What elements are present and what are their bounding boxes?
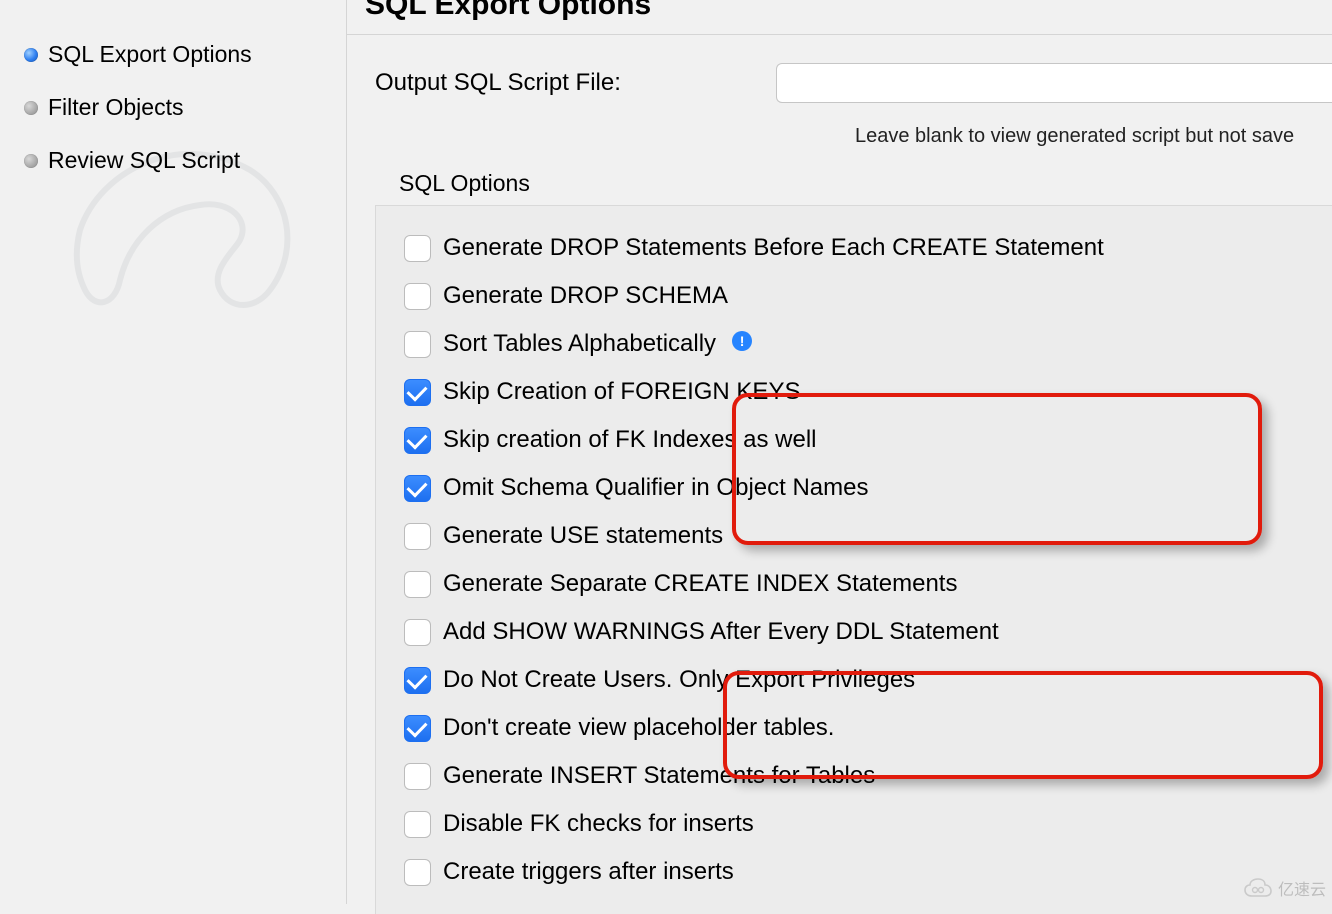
option-disable-fk-checks: Disable FK checks for inserts [404, 800, 1314, 848]
option-label: Add SHOW WARNINGS After Every DDL Statem… [443, 618, 999, 646]
option-label: Generate INSERT Statements for Tables [443, 762, 875, 790]
option-label: Omit Schema Qualifier in Object Names [443, 474, 868, 502]
checkbox[interactable] [404, 763, 431, 790]
option-add-show-warnings: Add SHOW WARNINGS After Every DDL Statem… [404, 608, 1314, 656]
option-label: Disable FK checks for inserts [443, 810, 754, 838]
watermark-text: 亿速云 [1278, 876, 1326, 900]
bullet-icon [24, 154, 38, 168]
option-sort-tables-alphabetically: Sort Tables Alphabetically ! [404, 320, 1314, 368]
option-generate-drop-schema: Generate DROP SCHEMA [404, 272, 1314, 320]
checkbox[interactable] [404, 715, 431, 742]
option-generate-drop-statements: Generate DROP Statements Before Each CRE… [404, 224, 1314, 272]
option-label: Generate DROP Statements Before Each CRE… [443, 234, 1104, 262]
output-file-hint: Leave blank to view generated script but… [375, 115, 1332, 170]
checkbox[interactable] [404, 235, 431, 262]
output-file-label: Output SQL Script File: [375, 69, 621, 97]
option-label: Do Not Create Users. Only Export Privile… [443, 666, 915, 694]
cloud-icon [1244, 878, 1272, 898]
checkbox[interactable] [404, 619, 431, 646]
option-label: Create triggers after inserts [443, 858, 734, 886]
watermark: 亿速云 [1244, 876, 1326, 900]
output-file-row: Output SQL Script File: [375, 63, 1332, 115]
checkbox[interactable] [404, 475, 431, 502]
option-dont-create-view-placeholder: Don't create view placeholder tables. [404, 704, 1314, 752]
sidebar-item-label: SQL Export Options [48, 41, 252, 68]
checkbox[interactable] [404, 379, 431, 406]
option-omit-schema-qualifier: Omit Schema Qualifier in Object Names [404, 464, 1314, 512]
option-generate-insert-statements: Generate INSERT Statements for Tables [404, 752, 1314, 800]
checkbox[interactable] [404, 331, 431, 358]
checkbox[interactable] [404, 859, 431, 886]
option-generate-use-statements: Generate USE statements [404, 512, 1314, 560]
option-label: Skip Creation of FOREIGN KEYS [443, 378, 800, 406]
checkbox[interactable] [404, 283, 431, 310]
output-file-input[interactable] [776, 63, 1332, 103]
content-area: Output SQL Script File: Leave blank to v… [347, 34, 1332, 914]
sidebar-item-label: Review SQL Script [48, 147, 240, 174]
option-label: Generate USE statements [443, 522, 723, 550]
sql-options-panel: Generate DROP Statements Before Each CRE… [375, 205, 1332, 914]
option-skip-foreign-keys: Skip Creation of FOREIGN KEYS [404, 368, 1314, 416]
option-label: Skip creation of FK Indexes as well [443, 426, 817, 454]
option-label: Don't create view placeholder tables. [443, 714, 834, 742]
checkbox[interactable] [404, 523, 431, 550]
info-icon[interactable]: ! [732, 331, 752, 351]
option-label: Sort Tables Alphabetically [443, 330, 716, 358]
checkbox[interactable] [404, 667, 431, 694]
option-label: Generate Separate CREATE INDEX Statement… [443, 570, 957, 598]
checkbox[interactable] [404, 427, 431, 454]
checkbox[interactable] [404, 571, 431, 598]
option-skip-fk-indexes: Skip creation of FK Indexes as well [404, 416, 1314, 464]
sidebar-item-filter-objects[interactable]: Filter Objects [18, 81, 328, 134]
option-do-not-create-users: Do Not Create Users. Only Export Privile… [404, 656, 1314, 704]
option-label: Generate DROP SCHEMA [443, 282, 728, 310]
main-panel: SQL Export Options Output SQL Script Fil… [346, 0, 1332, 904]
sql-options-label: SQL Options [375, 170, 1332, 205]
option-create-triggers: Create triggers after inserts [404, 848, 1314, 896]
bullet-icon [24, 48, 38, 62]
sidebar-item-sql-export-options[interactable]: SQL Export Options [18, 28, 328, 81]
bullet-icon [24, 101, 38, 115]
checkbox[interactable] [404, 811, 431, 838]
sidebar: SQL Export Options Filter Objects Review… [0, 0, 346, 904]
page-title: SQL Export Options [347, 0, 1332, 34]
option-generate-separate-create-index: Generate Separate CREATE INDEX Statement… [404, 560, 1314, 608]
sidebar-item-review-sql-script[interactable]: Review SQL Script [18, 134, 328, 187]
sidebar-item-label: Filter Objects [48, 94, 183, 121]
